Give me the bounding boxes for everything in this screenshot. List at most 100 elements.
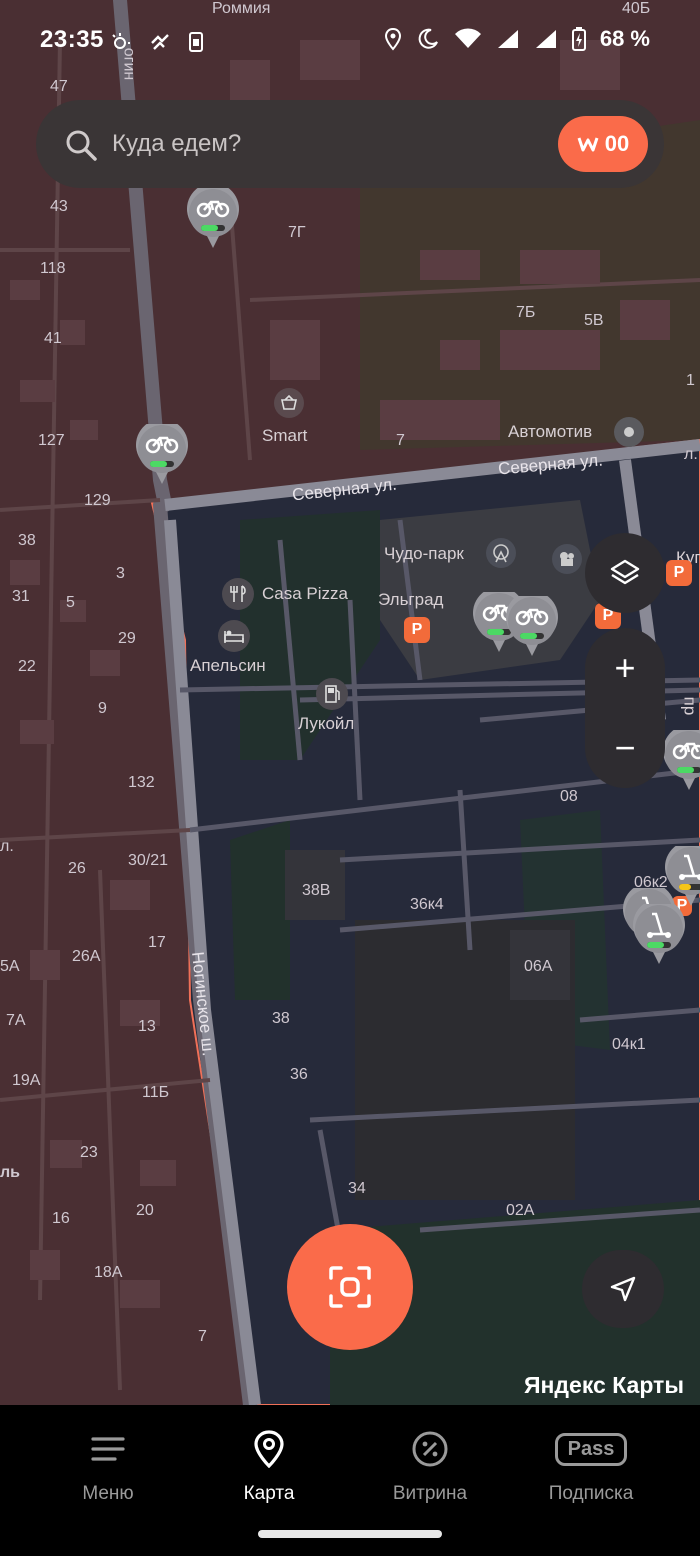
ferris-wheel-icon[interactable]	[486, 538, 516, 568]
sim-icon	[189, 32, 203, 52]
poi-casa-pizza-label: Casa Pizza	[262, 584, 348, 603]
location-icon	[384, 27, 401, 51]
street-fragment: л.	[0, 838, 14, 855]
house-number: 23	[80, 1144, 98, 1161]
signal-icon	[497, 30, 518, 48]
house-number: 132	[128, 774, 155, 791]
house-number: 13	[138, 1018, 156, 1035]
house-number: 1	[686, 372, 695, 389]
map-view[interactable]: огин Роммия 40Б 47 43 118 41 127 129 38 …	[0, 0, 700, 1405]
house-number: 47	[50, 78, 68, 95]
house-number: 26	[68, 860, 86, 877]
home-indicator[interactable]	[258, 1530, 442, 1538]
house-number: 7	[396, 432, 405, 449]
scooter-marker[interactable]	[632, 898, 686, 966]
house-number: 31	[12, 588, 30, 605]
house-number: 02А	[506, 1202, 535, 1219]
house-number: 19А	[12, 1072, 41, 1089]
wallet-balance-button[interactable]: 00	[558, 116, 648, 172]
scan-icon	[329, 1266, 371, 1308]
menu-icon	[91, 1437, 125, 1461]
nav-subscription-label: Подписка	[548, 1483, 634, 1504]
house-number: 129	[84, 492, 111, 509]
search-placeholder[interactable]: Куда едем?	[112, 130, 241, 158]
poi-apelsin-label: Апельсин	[190, 656, 266, 675]
scan-qr-button[interactable]	[287, 1224, 413, 1350]
weather-icon	[112, 33, 130, 49]
poi-edge-label: пр	[680, 696, 700, 716]
cinema-icon[interactable]	[552, 544, 582, 574]
pass-icon: Pass	[554, 1432, 628, 1466]
bike-marker[interactable]	[505, 590, 559, 658]
battery-percent: 68 %	[599, 26, 650, 51]
house-number: 38	[272, 1010, 290, 1027]
search-bar[interactable]: Куда едем? 00	[36, 100, 664, 188]
parking-icon[interactable]: P	[666, 560, 692, 586]
house-number: 7	[198, 1328, 207, 1345]
shopping-basket-icon[interactable]	[274, 388, 304, 418]
house-number: 36	[290, 1066, 308, 1083]
house-number: 08	[560, 788, 578, 805]
nav-showcase[interactable]: Витрина	[350, 1427, 510, 1505]
house-number: 9	[98, 700, 107, 717]
house-number: 29	[118, 630, 136, 647]
house-number: 36к4	[410, 896, 444, 913]
house-number: 26А	[72, 948, 101, 965]
signal-icon-2	[535, 30, 556, 48]
house-number: 16	[52, 1210, 70, 1227]
house-number: 34	[348, 1180, 366, 1197]
discount-icon	[412, 1431, 448, 1467]
poi-chudo-park-label: Чудо-парк	[384, 544, 464, 563]
status-notification-icons	[110, 31, 204, 53]
street-fragment: л.	[684, 446, 698, 463]
wifi-icon	[454, 28, 481, 48]
status-bar: 23:35 68 %	[0, 0, 700, 80]
house-number: 06А	[524, 958, 553, 975]
house-number: 11Б	[142, 1084, 170, 1101]
nav-menu[interactable]: Меню	[28, 1427, 188, 1505]
house-number: 5	[66, 594, 75, 611]
house-number: 22	[18, 658, 36, 675]
layers-button[interactable]	[585, 533, 665, 613]
house-number: 127	[38, 432, 65, 449]
nav-map[interactable]: Карта	[189, 1427, 349, 1505]
house-number: 38В	[302, 882, 331, 899]
bike-marker[interactable]	[135, 418, 189, 486]
house-number: 38	[18, 532, 36, 549]
gas-station-icon[interactable]	[316, 678, 348, 710]
hotel-bed-icon[interactable]	[218, 620, 250, 652]
status-time: 23:35	[40, 26, 104, 53]
bike-marker[interactable]	[662, 724, 700, 792]
wallet-icon	[577, 137, 599, 152]
street-fragment: ль	[0, 1164, 20, 1181]
house-number: 118	[40, 260, 66, 277]
poi-avtomotiv-label: Автомотив	[508, 422, 593, 441]
poi-lukoil-label: Лукойл	[298, 714, 355, 733]
house-number: 30/21	[128, 852, 169, 869]
bottom-navigation: Меню Карта Витрина Pass Подписка	[0, 1405, 700, 1556]
house-number: 5А	[0, 958, 20, 975]
zoom-in-button[interactable]: +	[585, 628, 665, 708]
search-icon	[66, 130, 97, 161]
app-notification-icon	[151, 34, 169, 50]
battery-charging-icon	[571, 27, 586, 51]
nav-subscription[interactable]: Pass Подписка	[511, 1427, 671, 1505]
car-dealer-icon[interactable]	[614, 417, 644, 447]
navigation-arrow-icon	[610, 1276, 636, 1302]
do-not-disturb-moon-icon	[418, 28, 438, 49]
zoom-out-button[interactable]: −	[585, 708, 665, 788]
house-number: 5В	[584, 312, 604, 329]
house-number: 3	[116, 565, 125, 582]
nav-menu-label: Меню	[82, 1483, 134, 1504]
yandex-maps-logo[interactable]: Яндекс Карты	[524, 1372, 684, 1399]
restaurant-icon[interactable]	[222, 578, 254, 610]
bike-marker[interactable]	[186, 182, 240, 250]
house-number: 41	[44, 330, 62, 347]
nav-map-label: Карта	[243, 1483, 295, 1504]
parking-icon[interactable]: P	[404, 617, 430, 643]
house-number: 04к1	[612, 1036, 646, 1053]
house-number: 7Б	[516, 304, 536, 321]
status-right-icons: 68 %	[384, 26, 650, 52]
house-number: 20	[136, 1202, 154, 1219]
locate-me-button[interactable]	[582, 1250, 664, 1328]
